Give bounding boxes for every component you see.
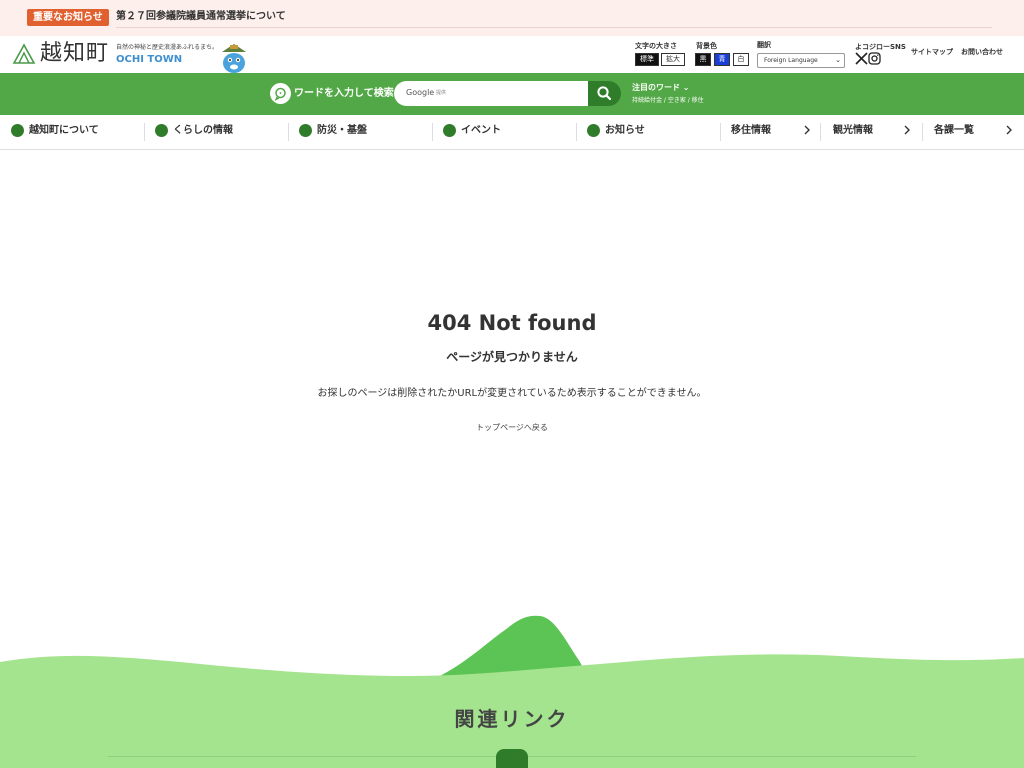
nav-label: 各課一覧 — [934, 125, 974, 136]
error-title: 404 Not found — [427, 311, 597, 335]
site-header: 越知町 自然の神秘と歴史浪漫あふれるまち。 OCHI TOWN 文字の大きさ 標… — [0, 36, 1024, 73]
chevron-down-circle-icon — [299, 124, 312, 137]
chevron-down-circle-icon — [11, 124, 24, 137]
x-twitter-icon[interactable] — [855, 52, 868, 65]
chevron-down-icon: ⌄ — [835, 56, 841, 64]
chevron-right-icon — [904, 125, 910, 135]
search-button[interactable] — [588, 81, 621, 106]
sns-label: よコジローSNS — [855, 43, 906, 51]
nav-item-migration[interactable]: 移住情報 — [721, 115, 820, 149]
translate-label: 翻訳 — [757, 41, 771, 49]
google-label: Google — [406, 88, 435, 97]
instagram-icon[interactable] — [868, 52, 881, 65]
search-speech-icon — [270, 83, 291, 104]
nav-item-events[interactable]: イベント — [433, 115, 576, 149]
search-bar: ワードを入力して検索 Google 提供 注目のワード ⌄ 持続給付金 / 空き… — [0, 73, 1024, 115]
site-logo-text[interactable]: 越知町 — [40, 40, 109, 68]
contact-link[interactable]: お問い合わせ — [961, 48, 1003, 57]
footer-hills-illustration — [0, 615, 1024, 768]
trending-words-list[interactable]: 持続給付金 / 空き家 / 移住 — [632, 96, 704, 105]
sitemap-link[interactable]: サイトマップ — [911, 48, 953, 57]
search-prompt-label: ワードを入力して検索 — [294, 88, 394, 99]
bg-white-button[interactable]: 白 — [733, 53, 749, 66]
nav-label: 防災・基盤 — [317, 125, 367, 136]
nav-label: 観光情報 — [833, 125, 873, 136]
chevron-right-icon — [804, 125, 810, 135]
related-links-tab[interactable] — [496, 749, 528, 768]
important-notice-bar: 重要なお知らせ 第２７回参議院議員通常選挙について — [0, 0, 1024, 36]
nav-item-tourism[interactable]: 観光情報 — [821, 115, 922, 149]
magnifier-icon — [597, 86, 612, 101]
chevron-right-icon — [1006, 125, 1012, 135]
language-select[interactable]: Foreign Language ⌄ — [757, 53, 845, 68]
bg-blue-button[interactable]: 青 — [714, 53, 730, 66]
nav-item-news[interactable]: お知らせ — [577, 115, 720, 149]
search-placeholder: 提供 — [436, 90, 447, 96]
chevron-down-circle-icon — [443, 124, 456, 137]
text-size-large-button[interactable]: 拡大 — [661, 53, 685, 66]
mascot-icon — [222, 44, 246, 73]
chevron-down-circle-icon — [155, 124, 168, 137]
error-subtitle: ページが見つかりません — [446, 350, 578, 364]
logo-mountain-icon[interactable] — [12, 42, 36, 66]
language-select-value: Foreign Language — [764, 57, 818, 64]
nav-label: くらしの情報 — [173, 125, 233, 136]
important-notice-badge: 重要なお知らせ — [27, 9, 109, 26]
nav-item-departments[interactable]: 各課一覧 — [923, 115, 1024, 149]
nav-item-disaster[interactable]: 防災・基盤 — [289, 115, 432, 149]
chevron-down-circle-icon — [587, 124, 600, 137]
trending-words-title[interactable]: 注目のワード ⌄ — [632, 82, 690, 93]
global-nav: 越知町について くらしの情報 防災・基盤 イベント お知らせ 移住情報 観光情報… — [0, 115, 1024, 150]
notice-divider — [116, 27, 992, 28]
search-input[interactable]: Google 提供 — [394, 81, 588, 106]
error-description: お探しのページは削除されたかURLが変更されているため表示することができません。 — [317, 388, 707, 399]
nav-item-about[interactable]: 越知町について — [0, 115, 144, 149]
text-size-label: 文字の大きさ — [635, 42, 677, 50]
site-tagline: 自然の神秘と歴史浪漫あふれるまち。 — [116, 44, 219, 51]
related-links-title: 関連リンク — [454, 707, 570, 731]
back-to-top-link[interactable]: トップページへ戻る — [0, 422, 1024, 433]
site-name-english: OCHI TOWN — [116, 54, 183, 65]
bg-color-label: 背景色 — [696, 42, 717, 50]
nav-label: 越知町について — [29, 125, 99, 136]
nav-label: 移住情報 — [731, 125, 771, 136]
bg-black-button[interactable]: 黒 — [695, 53, 711, 66]
nav-label: お知らせ — [605, 125, 645, 136]
nav-item-living[interactable]: くらしの情報 — [145, 115, 288, 149]
notice-election-link[interactable]: 第２７回参議院議員通常選挙について — [116, 10, 286, 24]
text-size-standard-button[interactable]: 標準 — [635, 53, 659, 66]
nav-label: イベント — [461, 125, 501, 136]
